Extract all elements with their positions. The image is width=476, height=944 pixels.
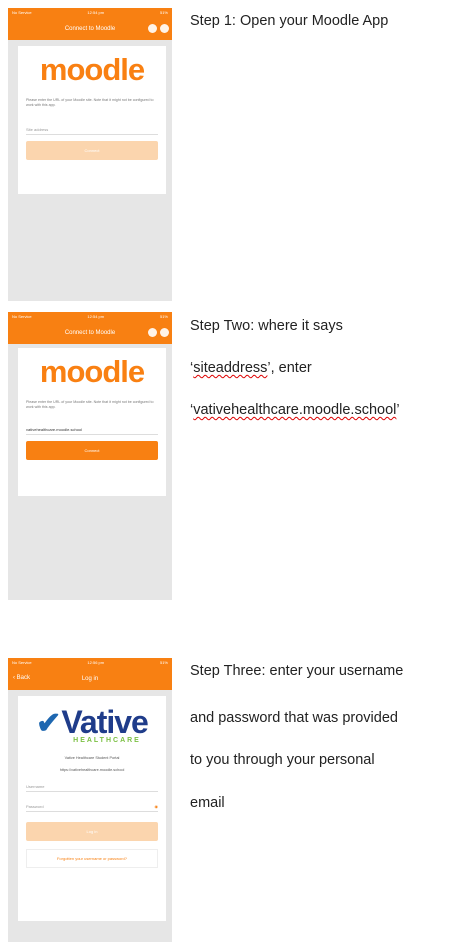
step-3-line-2: and password that was provided	[190, 710, 398, 726]
phone-screenshot-3: No Service 12:56 pm 51% ‹ Back Log in ✔V…	[8, 658, 172, 942]
connect-card: moodle Please enter the URL of your Mood…	[18, 46, 166, 194]
moodle-logo: moodle	[39, 354, 145, 389]
nav-bar: Connect to Moodle	[8, 18, 172, 40]
status-carrier: No Service	[12, 10, 32, 15]
status-bar: No Service 12:54 pm 51%	[8, 8, 172, 18]
connect-card: moodle Please enter the URL of your Mood…	[18, 348, 166, 496]
phone-screenshot-2: No Service 12:54 pm 51% Connect to Moodl…	[8, 312, 172, 600]
status-carrier: No Service	[12, 660, 32, 665]
site-url-term: vativehealthcare.moodle.school	[193, 402, 397, 418]
portal-name: Vative Healthcare Student Portal	[64, 756, 120, 760]
status-battery: 51%	[159, 660, 168, 665]
step-3-line-3: to you through your personal	[190, 752, 375, 768]
site-address-input[interactable]: vativehealthcare.moodle.school	[26, 425, 158, 436]
status-bar: No Service 12:56 pm 51%	[8, 658, 172, 668]
help-icon[interactable]	[160, 24, 169, 33]
site-address-input[interactable]: Site address	[26, 125, 158, 136]
back-button[interactable]: ‹ Back	[13, 675, 30, 681]
step-2-line-3: ‘vativehealthcare.moodle.school’	[190, 402, 400, 418]
status-bar: No Service 12:54 pm 51%	[8, 312, 172, 322]
password-input[interactable]: Password ◉	[26, 802, 158, 812]
nav-title: Log in	[81, 676, 99, 682]
status-time: 12:56 pm	[87, 660, 105, 665]
vative-healthcare-logo: ✔Vative HEALTHCARE	[36, 704, 149, 744]
checkmark-logo-icon: ✔	[36, 707, 62, 740]
moodle-logo: moodle	[39, 52, 145, 87]
step-2-line-1: Step Two: where it says	[190, 318, 343, 334]
status-battery: 51%	[159, 10, 168, 15]
connect-button[interactable]: Connect	[26, 141, 158, 161]
login-button[interactable]: Log in	[26, 822, 158, 841]
nav-bar: ‹ Back Log in	[8, 668, 172, 690]
step-1-text: Step 1: Open your Moodle App	[190, 13, 389, 29]
connect-button[interactable]: Connect	[26, 441, 158, 461]
step-2-line-2: ‘siteaddress’, enter	[190, 360, 312, 376]
nav-bar: Connect to Moodle	[8, 322, 172, 344]
phone-screenshot-1: No Service 12:54 pm 51% Connect to Moodl…	[8, 8, 172, 301]
menu-icon[interactable]	[148, 24, 157, 33]
menu-icon[interactable]	[148, 328, 157, 337]
connect-description: Please enter the URL of your Moodle site…	[26, 98, 154, 107]
step-3-line-4: email	[190, 795, 225, 811]
status-carrier: No Service	[12, 314, 32, 319]
status-time: 12:54 pm	[87, 314, 105, 319]
portal-url: https://vativehealthcare.moodle.school	[59, 768, 125, 772]
nav-title: Connect to Moodle	[64, 330, 116, 336]
forgot-password-link[interactable]: Forgotten your username or password?	[26, 849, 158, 868]
connect-description: Please enter the URL of your Moodle site…	[26, 400, 154, 409]
login-card: ✔Vative HEALTHCARE Vative Healthcare Stu…	[18, 696, 166, 921]
nav-title: Connect to Moodle	[64, 26, 116, 32]
status-battery: 51%	[159, 314, 168, 319]
eye-icon[interactable]: ◉	[155, 804, 159, 809]
username-input[interactable]: Username	[26, 782, 158, 792]
siteaddress-term: siteaddress	[193, 360, 268, 376]
step-3-line-1: Step Three: enter your username	[190, 663, 404, 679]
help-icon[interactable]	[160, 328, 169, 337]
status-time: 12:54 pm	[87, 10, 105, 15]
